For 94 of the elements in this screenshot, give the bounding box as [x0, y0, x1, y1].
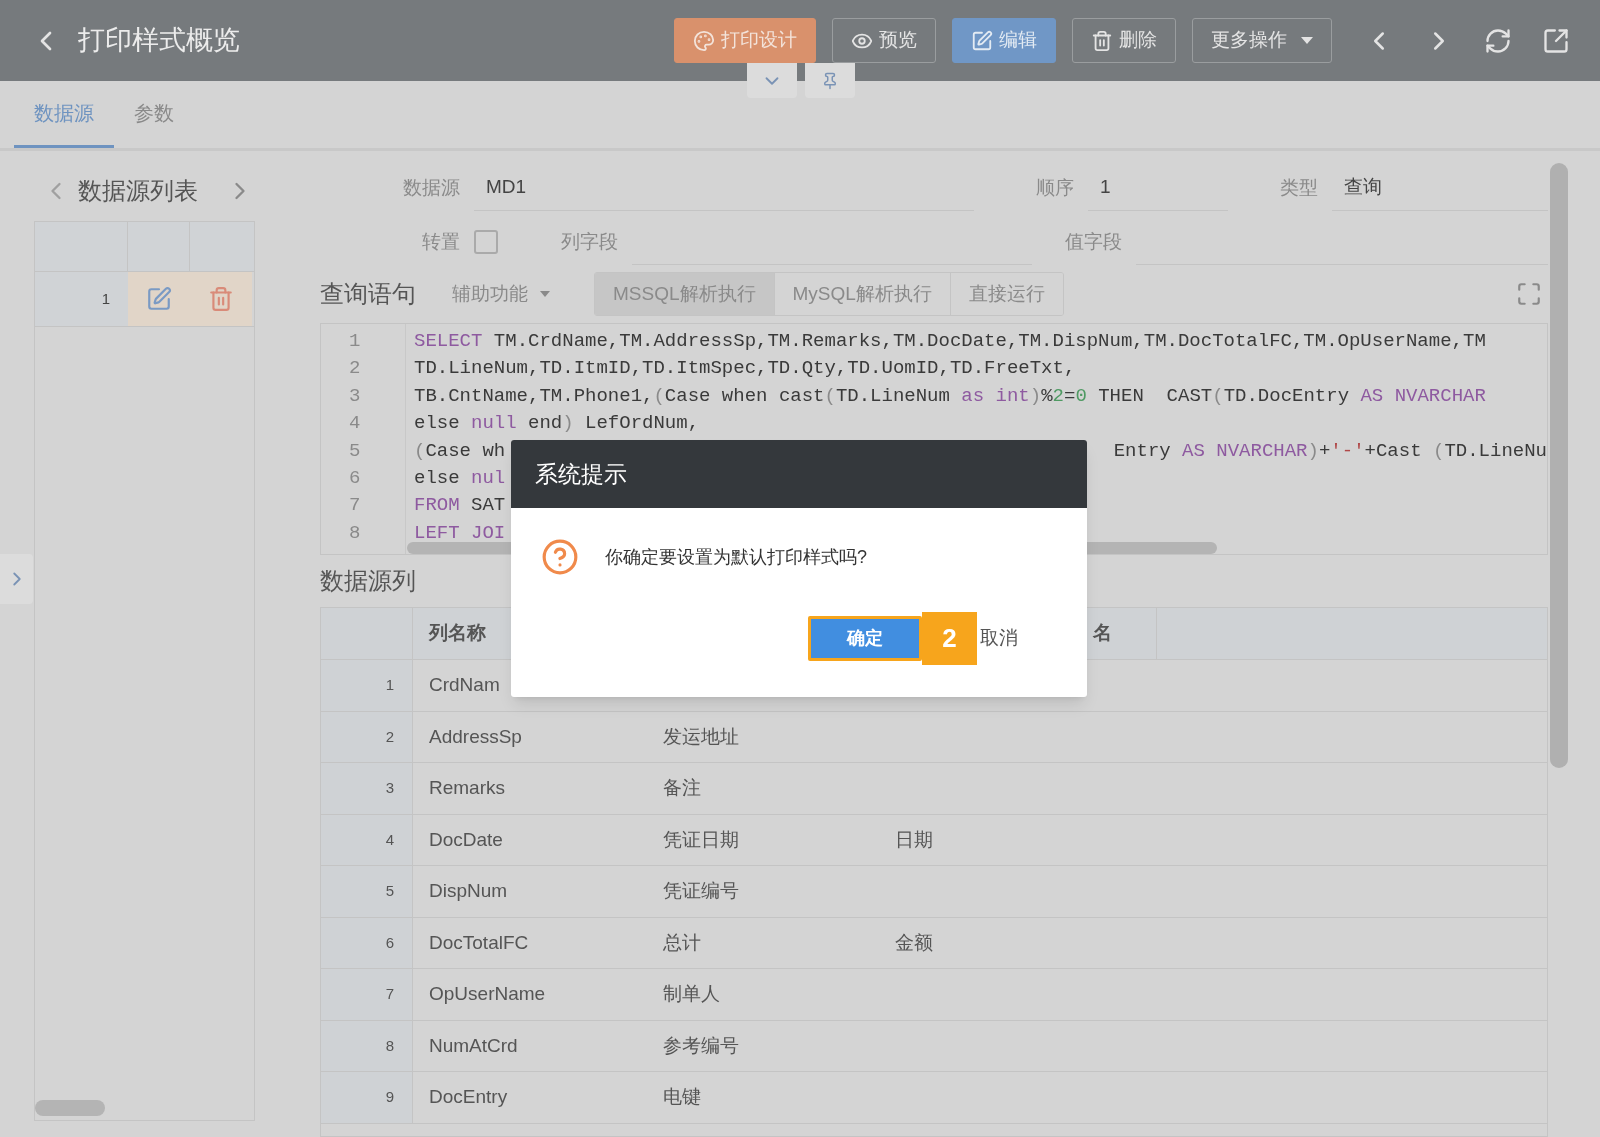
- dialog-message: 你确定要设置为默认打印样式吗?: [605, 545, 867, 569]
- scrollbar-thumb[interactable]: [1550, 163, 1568, 768]
- code-line: (Case wh: [414, 438, 506, 464]
- table-cell-text: 电键: [663, 1085, 701, 1109]
- scrollbar-thumb[interactable]: [35, 1100, 105, 1116]
- table-cell-text: Remarks: [429, 776, 505, 800]
- row-number: 4: [385, 829, 394, 850]
- toolbar-button[interactable]: 更多操作: [1192, 18, 1332, 63]
- delete-icon[interactable]: [208, 286, 234, 312]
- row-number: 8: [385, 1035, 394, 1056]
- code-line: TD.LineNum,TD.ItmID,TD.ItmSpec,TD.Qty,TD.UomID,TD.FreeTxt,: [414, 356, 1076, 382]
- table-cell-text: OpUserName: [429, 982, 546, 1006]
- code-line: else null end) LefOrdNum,: [414, 411, 700, 437]
- pin-icon: [821, 71, 839, 90]
- pin-tab[interactable]: [805, 63, 855, 98]
- field-label: 数据源: [402, 175, 460, 200]
- edit-icon: [971, 29, 993, 52]
- question-icon: [541, 538, 579, 576]
- table-cell-text: 总计: [663, 930, 701, 955]
- line-number: 4: [348, 411, 361, 437]
- table-cell-text: 金额: [895, 930, 933, 955]
- table-cell-text: AddressSp: [429, 724, 522, 749]
- row-number: 3: [385, 778, 394, 798]
- export-icon[interactable]: [1542, 26, 1570, 55]
- table-cell-text: 凭证编号: [663, 879, 739, 903]
- order-field[interactable]: 1: [1088, 165, 1228, 211]
- field-label: 值字段: [1064, 229, 1122, 254]
- type-field[interactable]: 查询: [1332, 165, 1548, 211]
- table-cell-text: DocEntry: [429, 1085, 508, 1109]
- confirm-button[interactable]: 确定: [808, 616, 922, 661]
- table-cell-text: 凭证日期: [663, 827, 739, 852]
- dialog-title: 系统提示: [535, 459, 627, 489]
- side-toggle[interactable]: [0, 554, 33, 604]
- page-title: 打印样式概览: [78, 24, 240, 58]
- row-number: 7: [385, 984, 394, 1004]
- line-number: 7: [348, 493, 361, 519]
- field-label: 转置: [421, 229, 460, 254]
- table-cell-text: 备注: [663, 776, 701, 800]
- column-header: 名: [1093, 621, 1112, 646]
- code-line: LEFT JOI: [414, 520, 506, 546]
- table-cell-text: DispNum: [429, 879, 508, 903]
- line-number: 5: [348, 438, 361, 464]
- toolbar-button[interactable]: 删除: [1072, 18, 1176, 63]
- field-label: 类型: [1279, 175, 1318, 200]
- palette-icon: [693, 29, 715, 52]
- table-cell-text: 日期: [895, 827, 933, 852]
- row-number: 9: [385, 1087, 394, 1107]
- line-number: 2: [348, 356, 361, 382]
- field-label: 顺序: [1035, 175, 1074, 200]
- column-header: 列名称: [429, 621, 486, 646]
- edit-icon[interactable]: [146, 286, 172, 312]
- field-label: 列字段: [560, 229, 618, 254]
- table-cell-text: CrdNam: [429, 673, 500, 697]
- run-button[interactable]: MSSQL解析执行: [595, 273, 774, 315]
- table-cell-text: 发运地址: [663, 724, 739, 749]
- code-line: SELECT TM.CrdName,TM.AddressSp,TM.Remarks,TM.DocDate,TM.DispNum,TM.DocTotalFC,TM.OpUserName,TM: [414, 329, 1486, 354]
- row-number: 5: [385, 881, 394, 901]
- table-cell-text: DocTotalFC: [429, 930, 529, 955]
- code-line: Entry AS NVARCHAR)+'-'+Cast (TD.LineNu: [1113, 438, 1547, 464]
- toolbar-button[interactable]: 预览: [832, 18, 936, 63]
- section-title: 查询语句: [320, 279, 416, 309]
- caret-icon: [540, 291, 550, 297]
- line-number: 8: [348, 520, 361, 546]
- row-number: 6: [385, 932, 394, 953]
- row-number: 2: [385, 726, 394, 747]
- code-line: FROM SAT: [414, 493, 506, 519]
- section-title: 数据源列: [320, 566, 416, 596]
- tab[interactable]: 数据源: [14, 81, 114, 148]
- toolbar-button[interactable]: 编辑: [952, 18, 1056, 63]
- run-button[interactable]: 直接运行: [949, 273, 1063, 315]
- code-line: TB.CntName,TM.Phone1,(Case when cast(TD.LineNum as int)%2=0 THEN CAST(TD.DocEntry AS NVARCHAR: [414, 383, 1486, 409]
- trash-icon: [1091, 29, 1113, 52]
- caret-icon: [1301, 37, 1313, 44]
- cancel-button[interactable]: 取消: [980, 624, 1018, 653]
- helper-dropdown[interactable]: 辅助功能: [452, 279, 550, 309]
- row-number: 1: [35, 272, 128, 326]
- tab[interactable]: 参数: [114, 81, 194, 148]
- source-field[interactable]: MD1: [474, 165, 974, 211]
- step-badge: 2: [922, 612, 977, 665]
- row-number: 1: [385, 675, 394, 695]
- toolbar-button[interactable]: 打印设计: [674, 18, 816, 63]
- table-cell-text: 制单人: [663, 982, 720, 1006]
- table-cell-text: DocDate: [429, 827, 503, 852]
- line-number: 6: [348, 465, 361, 491]
- transpose-checkbox[interactable]: [474, 230, 498, 254]
- collapse-tab[interactable]: [747, 63, 797, 98]
- refresh-icon[interactable]: [1484, 26, 1512, 55]
- line-number: 3: [348, 383, 361, 409]
- table-cell-text: 参考编号: [663, 1033, 739, 1058]
- fullscreen-icon[interactable]: [1516, 281, 1542, 307]
- table-cell-text: NumAtCrd: [429, 1033, 518, 1058]
- line-number: 1: [348, 329, 361, 354]
- panel-title: 数据源列表: [78, 176, 198, 206]
- code-line: else nul: [414, 465, 506, 491]
